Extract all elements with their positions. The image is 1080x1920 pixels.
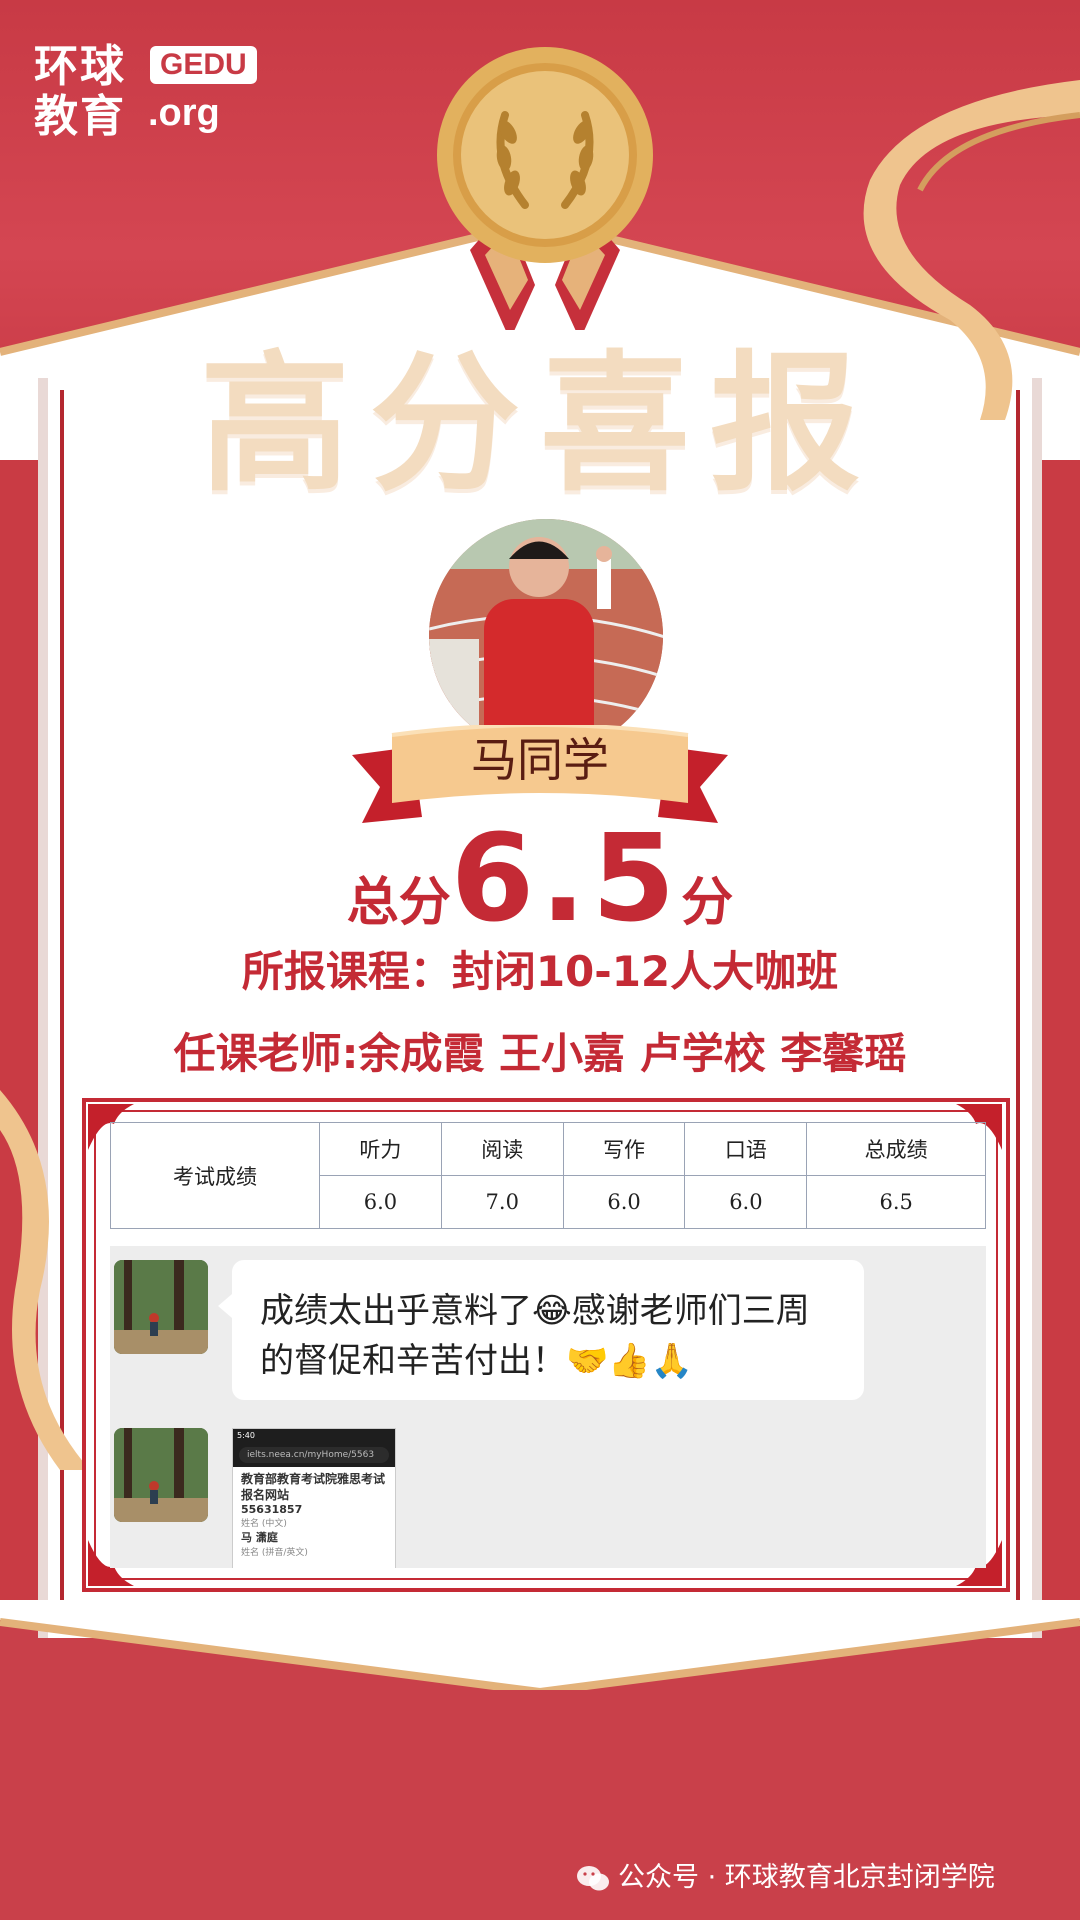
- value-writing: 6.0: [562, 1175, 686, 1229]
- site-title: 教育部教育考试院雅思考试报名网站: [241, 1472, 386, 1502]
- avatar: [114, 1428, 208, 1522]
- candidate-id: 55631857: [241, 1503, 303, 1516]
- name-label: 姓名 (拼音/英文): [241, 1548, 308, 1558]
- wechat-icon: [577, 1865, 609, 1890]
- header-total: 总成绩: [806, 1122, 986, 1176]
- candidate-name: 马 潇庭: [241, 1531, 278, 1544]
- header-speaking: 口语: [684, 1122, 808, 1176]
- score-value: 6.5: [450, 810, 682, 949]
- phone-time: 5:40: [237, 1431, 255, 1440]
- course-info: 所报课程：封闭10-12人大咖班: [241, 947, 839, 996]
- forest-avatar-icon: [114, 1428, 208, 1522]
- id-label: 姓名 (中文): [241, 1519, 287, 1529]
- value-reading: 7.0: [440, 1175, 564, 1229]
- header-writing: 写作: [562, 1122, 686, 1176]
- wechat-account-label: 公众号 · 环球教育北京封闭学院: [618, 1862, 995, 1893]
- running-track-photo-icon: [429, 519, 663, 753]
- score-prefix: 总分: [346, 873, 451, 933]
- student-photo: [425, 515, 667, 757]
- value-total: 6.5: [806, 1175, 986, 1229]
- table-row: 考试成绩 听力 阅读 写作 口语 总成绩: [110, 1122, 986, 1229]
- gold-ribbon-left: [0, 1090, 90, 1470]
- header-reading: 阅读: [440, 1122, 564, 1176]
- headline: 高分喜报: [199, 338, 880, 512]
- header-listening: 听力: [319, 1122, 442, 1176]
- phone-status-bar: 5:40 ielts.neea.cn/myHome/5563: [233, 1429, 395, 1467]
- value-speaking: 6.0: [684, 1175, 808, 1229]
- row-label: 考试成绩: [110, 1122, 320, 1229]
- poster: 环球 教育 GEDU .org 高分喜报 马同学 总分6.5分 所报课程：封闭1…: [0, 0, 1080, 1920]
- score-suffix: 分: [681, 873, 734, 933]
- student-name: 马同学: [471, 733, 609, 787]
- gedu-logo: 环球 教育 GEDU .org: [34, 42, 274, 152]
- url-bar: ielts.neea.cn/myHome/5563: [239, 1447, 389, 1463]
- total-score: 总分6.5分: [0, 810, 1080, 949]
- avatar: [114, 1260, 208, 1354]
- value-listening: 6.0: [319, 1175, 442, 1229]
- chat-screenshot: 成绩太出乎意料了😂感谢老师们三周的督促和辛苦付出！🤝👍🙏 5:40 ielts.…: [110, 1246, 986, 1568]
- wechat-footer: 公众号 · 环球教育北京封闭学院: [576, 1858, 1056, 1898]
- logo-chinese-text: 环球 教育: [34, 41, 126, 142]
- gold-medal-icon: [437, 47, 653, 330]
- teacher-info: 任课老师:余成霞 王小嘉 卢学校 李馨瑶: [173, 1029, 907, 1078]
- score-table: 考试成绩 听力 阅读 写作 口语 总成绩 6.0 7.0 6.0 6.0 6.5: [110, 1122, 986, 1229]
- logo-suffix: .org: [148, 92, 220, 134]
- bottom-banner-shape: [0, 1600, 1080, 1690]
- forest-avatar-icon: [114, 1260, 208, 1354]
- score-report-thumbnail: 5:40 ielts.neea.cn/myHome/5563 教育部教育考试院雅…: [232, 1428, 396, 1568]
- logo-brand: GEDU: [150, 46, 257, 84]
- chat-message: 成绩太出乎意料了😂感谢老师们三周的督促和辛苦付出！🤝👍🙏: [218, 1260, 864, 1400]
